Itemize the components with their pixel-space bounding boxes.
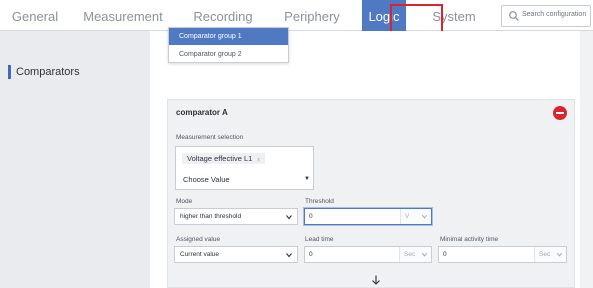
tab-logic[interactable]: Logic <box>362 0 406 31</box>
app-window: General Measurement Recording Periphery … <box>0 0 593 288</box>
active-indicator <box>8 65 11 79</box>
comparator-group-dropdown: Comparator group 1 Comparator group 2 <box>168 27 289 63</box>
threshold-value: 0 <box>309 213 313 220</box>
measurement-select[interactable]: Voltage effective L1 x Choose Value ▼ <box>175 146 314 190</box>
threshold-label: Threshold <box>305 198 334 205</box>
chevron-down-icon <box>421 252 428 257</box>
minimal-activity-input[interactable]: 0 Sec <box>438 246 567 263</box>
unit-label: Sec <box>404 251 416 258</box>
tab-measurement[interactable]: Measurement <box>76 0 170 31</box>
chevron-down-icon <box>286 215 292 220</box>
arrow-down-icon[interactable] <box>370 274 382 286</box>
unit-label: V <box>405 213 410 220</box>
lead-time-unit-select[interactable]: Sec <box>399 247 431 262</box>
minimal-activity-value: 0 <box>443 251 447 258</box>
lead-time-label: Lead time <box>305 236 334 243</box>
chip-remove-icon[interactable]: x <box>257 157 260 163</box>
lead-time-input[interactable]: 0 Sec <box>304 246 432 263</box>
top-navigation: General Measurement Recording Periphery … <box>0 0 593 31</box>
caret-down-icon: ▼ <box>304 176 310 182</box>
measurement-label: Measurement selection <box>176 134 244 141</box>
mode-label: Mode <box>176 198 193 205</box>
minimal-activity-unit-select[interactable]: Sec <box>534 247 566 262</box>
comparator-card: comparator A Measurement selection Volta… <box>167 99 575 288</box>
search-placeholder: Search configuration <box>522 11 587 18</box>
chevron-down-icon <box>286 253 292 258</box>
search-icon <box>509 11 519 21</box>
assigned-value-select[interactable]: Current value <box>174 246 298 263</box>
search-input[interactable]: Search configuration <box>501 5 591 27</box>
threshold-input[interactable]: 0 V <box>304 208 432 225</box>
sidebar-item-label: Comparators <box>16 66 80 78</box>
mode-select[interactable]: higher than threshold <box>174 208 298 225</box>
unit-label: Sec <box>539 251 551 258</box>
sidebar: Comparators <box>0 31 150 288</box>
assigned-value-label: Assigned value <box>176 236 221 243</box>
scrollbar[interactable] <box>580 31 593 288</box>
chevron-down-icon <box>421 214 428 219</box>
assigned-value: Current value <box>180 251 220 258</box>
threshold-unit-select[interactable]: V <box>400 209 431 224</box>
choose-value-placeholder: Choose Value <box>183 175 230 184</box>
tab-general[interactable]: General <box>0 0 70 31</box>
chip-label: Voltage effective L1 <box>187 154 253 163</box>
mode-value: higher than threshold <box>180 213 242 220</box>
minimal-activity-label: Minimal activity time <box>440 236 499 243</box>
chevron-down-icon <box>556 252 563 257</box>
dropdown-item-group-2[interactable]: Comparator group 2 <box>169 46 288 63</box>
measurement-chip: Voltage effective L1 x <box>182 153 265 164</box>
remove-circle-icon[interactable] <box>553 106 567 120</box>
tab-system[interactable]: System <box>426 0 482 31</box>
lead-time-value: 0 <box>309 251 313 258</box>
card-title: comparator A <box>176 108 228 117</box>
dropdown-item-group-1[interactable]: Comparator group 1 <box>169 28 288 45</box>
